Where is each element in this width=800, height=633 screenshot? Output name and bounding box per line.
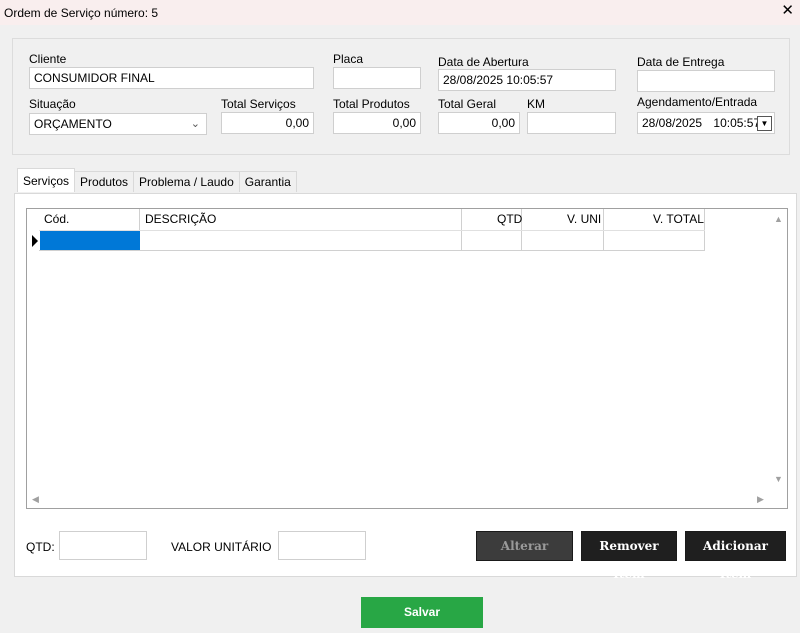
- km-field[interactable]: [527, 112, 616, 134]
- close-icon[interactable]: ✕: [781, 3, 794, 19]
- table-row-selected-cell[interactable]: [40, 231, 140, 250]
- data-abertura-label: Data de Abertura: [438, 55, 529, 69]
- tab-servicos[interactable]: Serviços: [17, 168, 76, 192]
- scroll-right-icon[interactable]: ▶: [757, 494, 764, 505]
- total-produtos-label: Total Produtos: [333, 97, 410, 111]
- column-header-v-uni[interactable]: V. UNI: [567, 212, 601, 226]
- services-grid[interactable]: Cód. DESCRIÇÃO QTD V. UNI V. TOTAL ▲ ▼ ◀…: [26, 208, 788, 509]
- cliente-field[interactable]: CONSUMIDOR FINAL: [29, 67, 314, 89]
- cliente-label: Cliente: [29, 52, 67, 66]
- row-pointer-icon: [32, 235, 38, 247]
- remover-item-button[interactable]: Remover Item: [581, 531, 677, 581]
- situacao-label: Situação: [29, 97, 76, 111]
- situacao-value: ORÇAMENTO: [34, 117, 112, 131]
- calendar-dropdown-icon[interactable]: ▼: [757, 116, 772, 131]
- salvar-button[interactable]: Salvar: [361, 597, 483, 628]
- data-entrega-field[interactable]: [637, 70, 775, 92]
- total-geral-field[interactable]: 0,00: [438, 112, 520, 134]
- valor-unitario-label: VALOR UNITÁRIO: [171, 540, 272, 554]
- qtd-input[interactable]: [59, 531, 147, 560]
- window-title: Ordem de Serviço número: 5: [4, 6, 159, 20]
- vertical-scrollbar[interactable]: ▲ ▼: [770, 209, 787, 491]
- total-geral-label: Total Geral: [438, 97, 497, 111]
- agendamento-time: 10:05:57: [713, 116, 761, 130]
- agendamento-date: 28/08/2025: [642, 116, 703, 130]
- valor-unitario-input[interactable]: [278, 531, 366, 560]
- agendamento-field[interactable]: 28/08/2025 10:05:57 ▼: [637, 112, 775, 134]
- alterar-button[interactable]: Alterar: [476, 531, 573, 561]
- adicionar-item-button[interactable]: Adicionar Item: [685, 531, 786, 581]
- data-abertura-field[interactable]: 28/08/2025 10:05:57: [438, 69, 616, 91]
- scroll-left-icon[interactable]: ◀: [32, 494, 39, 505]
- km-label: KM: [527, 97, 545, 111]
- situacao-select[interactable]: ORÇAMENTO ⌄: [29, 113, 207, 135]
- scroll-down-icon[interactable]: ▼: [774, 474, 783, 484]
- total-servicos-label: Total Serviços: [221, 97, 296, 111]
- data-entrega-label: Data de Entrega: [637, 55, 725, 69]
- header-panel: Cliente CONSUMIDOR FINAL Placa Data de A…: [12, 38, 790, 155]
- tab-garantia[interactable]: Garantia: [238, 171, 297, 192]
- scroll-up-icon[interactable]: ▲: [774, 214, 783, 224]
- column-header-qtd[interactable]: QTD: [497, 212, 522, 226]
- chevron-down-icon: ⌄: [190, 118, 200, 130]
- qtd-label: QTD:: [26, 540, 55, 554]
- tab-strip: Serviços Produtos Problema / Laudo Garan…: [17, 168, 297, 193]
- placa-field[interactable]: [333, 67, 421, 89]
- total-servicos-field[interactable]: 0,00: [221, 112, 314, 134]
- horizontal-scrollbar[interactable]: ◀ ▶: [27, 491, 772, 508]
- tab-produtos[interactable]: Produtos: [74, 171, 135, 192]
- title-bar: Ordem de Serviço número: 5 ✕: [0, 0, 800, 25]
- tab-problema-laudo[interactable]: Problema / Laudo: [133, 171, 240, 192]
- column-header-v-total[interactable]: V. TOTAL: [653, 212, 704, 226]
- total-produtos-field[interactable]: 0,00: [333, 112, 421, 134]
- column-header-cod[interactable]: Cód.: [44, 212, 69, 226]
- agendamento-label: Agendamento/Entrada: [637, 95, 758, 109]
- column-header-descricao[interactable]: DESCRIÇÃO: [145, 212, 216, 226]
- placa-label: Placa: [333, 52, 364, 66]
